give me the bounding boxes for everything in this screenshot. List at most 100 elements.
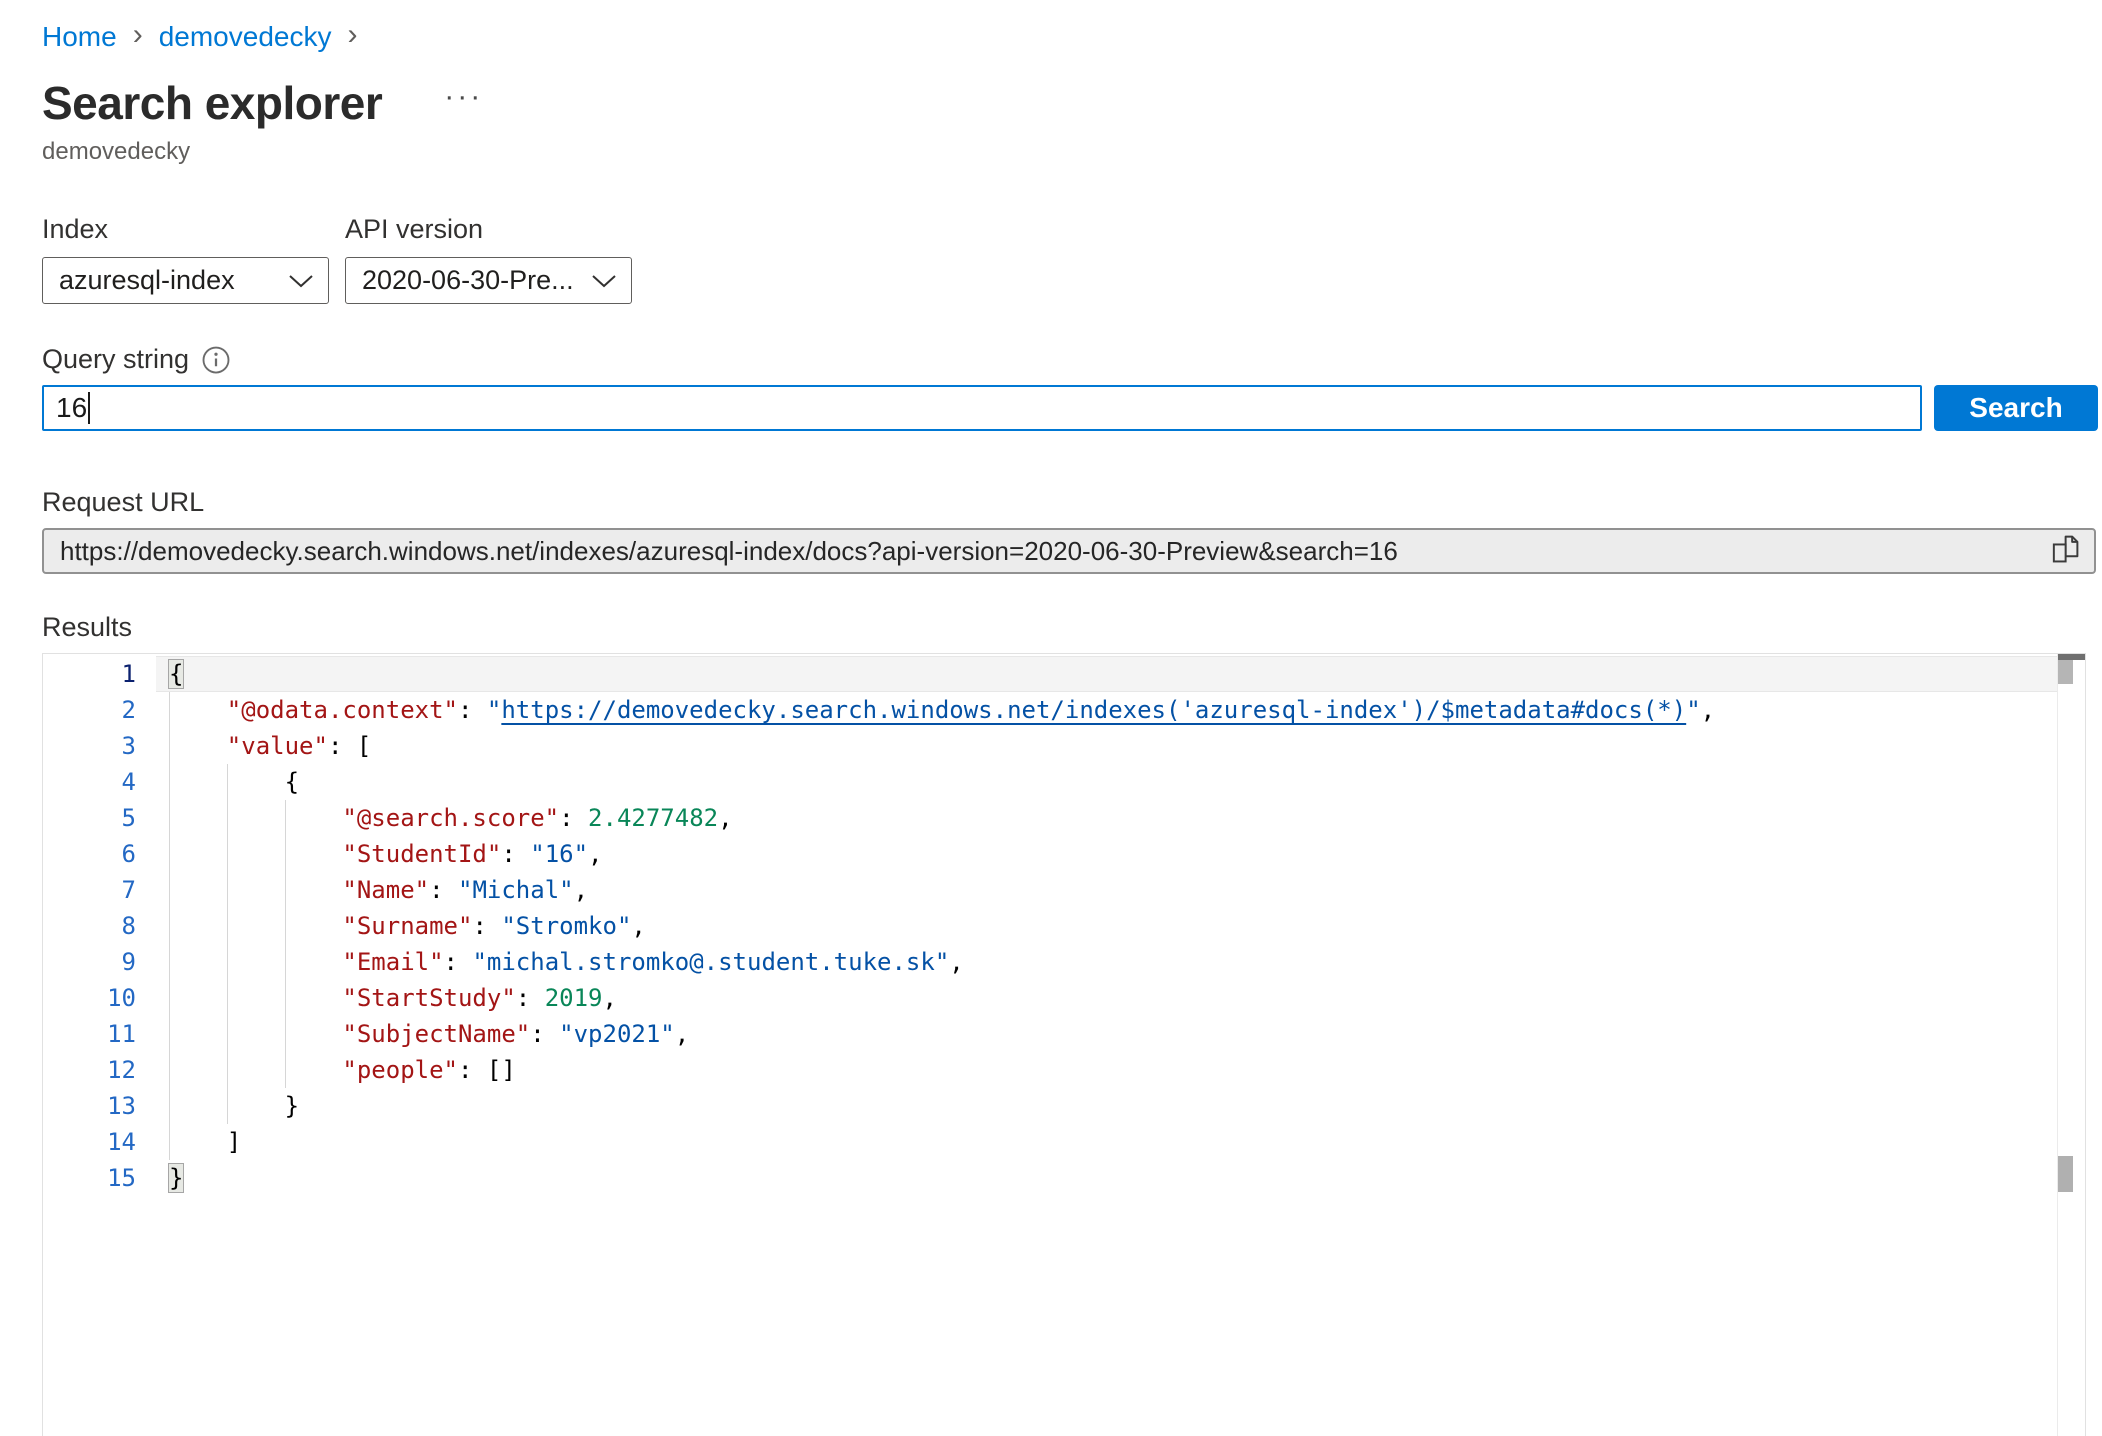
code-token-key: "@search.score" bbox=[342, 804, 559, 832]
line-number: 3 bbox=[43, 728, 156, 764]
indent-guide bbox=[169, 692, 170, 728]
chevron-down-icon bbox=[591, 265, 617, 296]
line-number: 7 bbox=[43, 872, 156, 908]
code-token-str: "Stromko" bbox=[501, 912, 631, 940]
code-token-key: "SubjectName" bbox=[342, 1020, 530, 1048]
code-line-content: "StudentId": "16", bbox=[156, 836, 2085, 872]
indent-guide bbox=[227, 908, 228, 944]
copy-icon-front-page bbox=[2054, 544, 2066, 561]
code-token-pln: } bbox=[285, 1092, 299, 1120]
search-button[interactable]: Search bbox=[1934, 385, 2098, 431]
code-line-content: "Email": "michal.stromko@.student.tuke.s… bbox=[156, 944, 2085, 980]
code-token-pln: : bbox=[530, 1020, 559, 1048]
code-line: 14 ] bbox=[43, 1124, 2085, 1160]
code-token-pln: : bbox=[501, 840, 530, 868]
api-version-select[interactable]: 2020-06-30-Pre... bbox=[345, 257, 632, 304]
code-line: 6 "StudentId": "16", bbox=[43, 836, 2085, 872]
code-token-lnk[interactable]: https://demovedecky.search.windows.net/i… bbox=[501, 696, 1686, 724]
indent-guide bbox=[285, 980, 286, 1016]
code-token-pln: , bbox=[675, 1020, 689, 1048]
query-input[interactable]: 16 bbox=[42, 385, 1922, 431]
line-number: 4 bbox=[43, 764, 156, 800]
code-token-key: "Email" bbox=[342, 948, 443, 976]
indent-guide bbox=[169, 1052, 170, 1088]
breadcrumb-home[interactable]: Home bbox=[42, 21, 117, 53]
indent-guide bbox=[169, 800, 170, 836]
code-token-key: "StartStudy" bbox=[342, 984, 515, 1012]
code-line-content: "@odata.context": "https://demovedecky.s… bbox=[156, 692, 2085, 728]
indent-guide bbox=[285, 836, 286, 872]
line-number: 5 bbox=[43, 800, 156, 836]
code-token-pln: , bbox=[949, 948, 963, 976]
query-string-label: Query string bbox=[42, 344, 189, 375]
indent-guide bbox=[227, 1016, 228, 1052]
api-version-label: API version bbox=[345, 214, 632, 245]
code-line-content: "StartStudy": 2019, bbox=[156, 980, 2085, 1016]
code-line: 9 "Email": "michal.stromko@.student.tuke… bbox=[43, 944, 2085, 980]
indent-guide bbox=[285, 1016, 286, 1052]
breadcrumb-demovedecky[interactable]: demovedecky bbox=[159, 21, 332, 53]
index-select[interactable]: azuresql-index bbox=[42, 257, 329, 304]
index-select-value: azuresql-index bbox=[59, 265, 235, 296]
code-line-content: { bbox=[156, 764, 2085, 800]
code-token-key: "@odata.context" bbox=[227, 696, 458, 724]
code-token-pln: : [ bbox=[328, 732, 371, 760]
request-url-value: https://demovedecky.search.windows.net/i… bbox=[60, 536, 2046, 567]
results-code-editor[interactable]: 1 {2 "@odata.context": "https://demovedec… bbox=[42, 653, 2086, 1436]
code-token-brkt: } bbox=[169, 1164, 183, 1192]
indent-guide bbox=[227, 1052, 228, 1088]
query-input-value: 16 bbox=[56, 392, 87, 424]
page-title: Search explorer bbox=[42, 76, 382, 130]
indent-guide bbox=[227, 764, 228, 800]
more-menu-button[interactable]: ··· bbox=[444, 80, 483, 114]
code-token-key: "Surname" bbox=[342, 912, 472, 940]
code-token-pln: : [] bbox=[458, 1056, 516, 1084]
indent-guide bbox=[169, 872, 170, 908]
code-token-pln: : bbox=[444, 948, 473, 976]
request-url-field[interactable]: https://demovedecky.search.windows.net/i… bbox=[42, 528, 2096, 574]
info-icon[interactable] bbox=[201, 345, 231, 375]
code-token-brkt: { bbox=[169, 660, 183, 688]
code-token-pln: , bbox=[1701, 696, 1715, 724]
code-line: 2 "@odata.context": "https://demovedecky… bbox=[43, 692, 2085, 728]
code-token-pln: : bbox=[516, 984, 545, 1012]
code-line-content: } bbox=[156, 1160, 2085, 1196]
code-token-pln: : bbox=[559, 804, 588, 832]
code-area: 1 {2 "@odata.context": "https://demovedec… bbox=[43, 654, 2085, 1196]
line-number: 9 bbox=[43, 944, 156, 980]
code-token-pln: : bbox=[472, 912, 501, 940]
code-line-content: "people": [] bbox=[156, 1052, 2085, 1088]
code-line-content: } bbox=[156, 1088, 2085, 1124]
copy-button[interactable] bbox=[2046, 534, 2080, 568]
line-number: 15 bbox=[43, 1160, 156, 1196]
code-token-num: 2.4277482 bbox=[588, 804, 718, 832]
code-line-content: "Name": "Michal", bbox=[156, 872, 2085, 908]
code-line: 13 } bbox=[43, 1088, 2085, 1124]
page-subtitle: demovedecky bbox=[42, 138, 2102, 166]
indent-guide bbox=[169, 1124, 170, 1160]
indent-guide bbox=[285, 800, 286, 836]
indent-guide bbox=[227, 1088, 228, 1124]
indent-guide bbox=[169, 908, 170, 944]
overview-ruler-decoration bbox=[2058, 1156, 2073, 1192]
scrollbar-thumb[interactable] bbox=[2058, 660, 2073, 684]
line-number: 1 bbox=[43, 656, 156, 692]
results-label: Results bbox=[42, 612, 2102, 643]
breadcrumb-separator-icon: › bbox=[133, 18, 143, 52]
code-token-key: "value" bbox=[227, 732, 328, 760]
code-line: 7 "Name": "Michal", bbox=[43, 872, 2085, 908]
code-token-pln: , bbox=[574, 876, 588, 904]
indent-guide bbox=[169, 728, 170, 764]
code-line: 3 "value": [ bbox=[43, 728, 2085, 764]
search-explorer-page: Home › demovedecky › Search explorer ···… bbox=[0, 0, 2102, 1436]
code-token-pln: : bbox=[458, 696, 487, 724]
indent-guide bbox=[227, 944, 228, 980]
indent-guide bbox=[169, 764, 170, 800]
code-token-pln: , bbox=[718, 804, 732, 832]
line-number: 11 bbox=[43, 1016, 156, 1052]
indent-guide bbox=[227, 800, 228, 836]
line-number: 2 bbox=[43, 692, 156, 728]
chevron-down-icon bbox=[288, 265, 314, 296]
breadcrumb: Home › demovedecky › bbox=[42, 20, 2102, 54]
indent-guide bbox=[169, 836, 170, 872]
